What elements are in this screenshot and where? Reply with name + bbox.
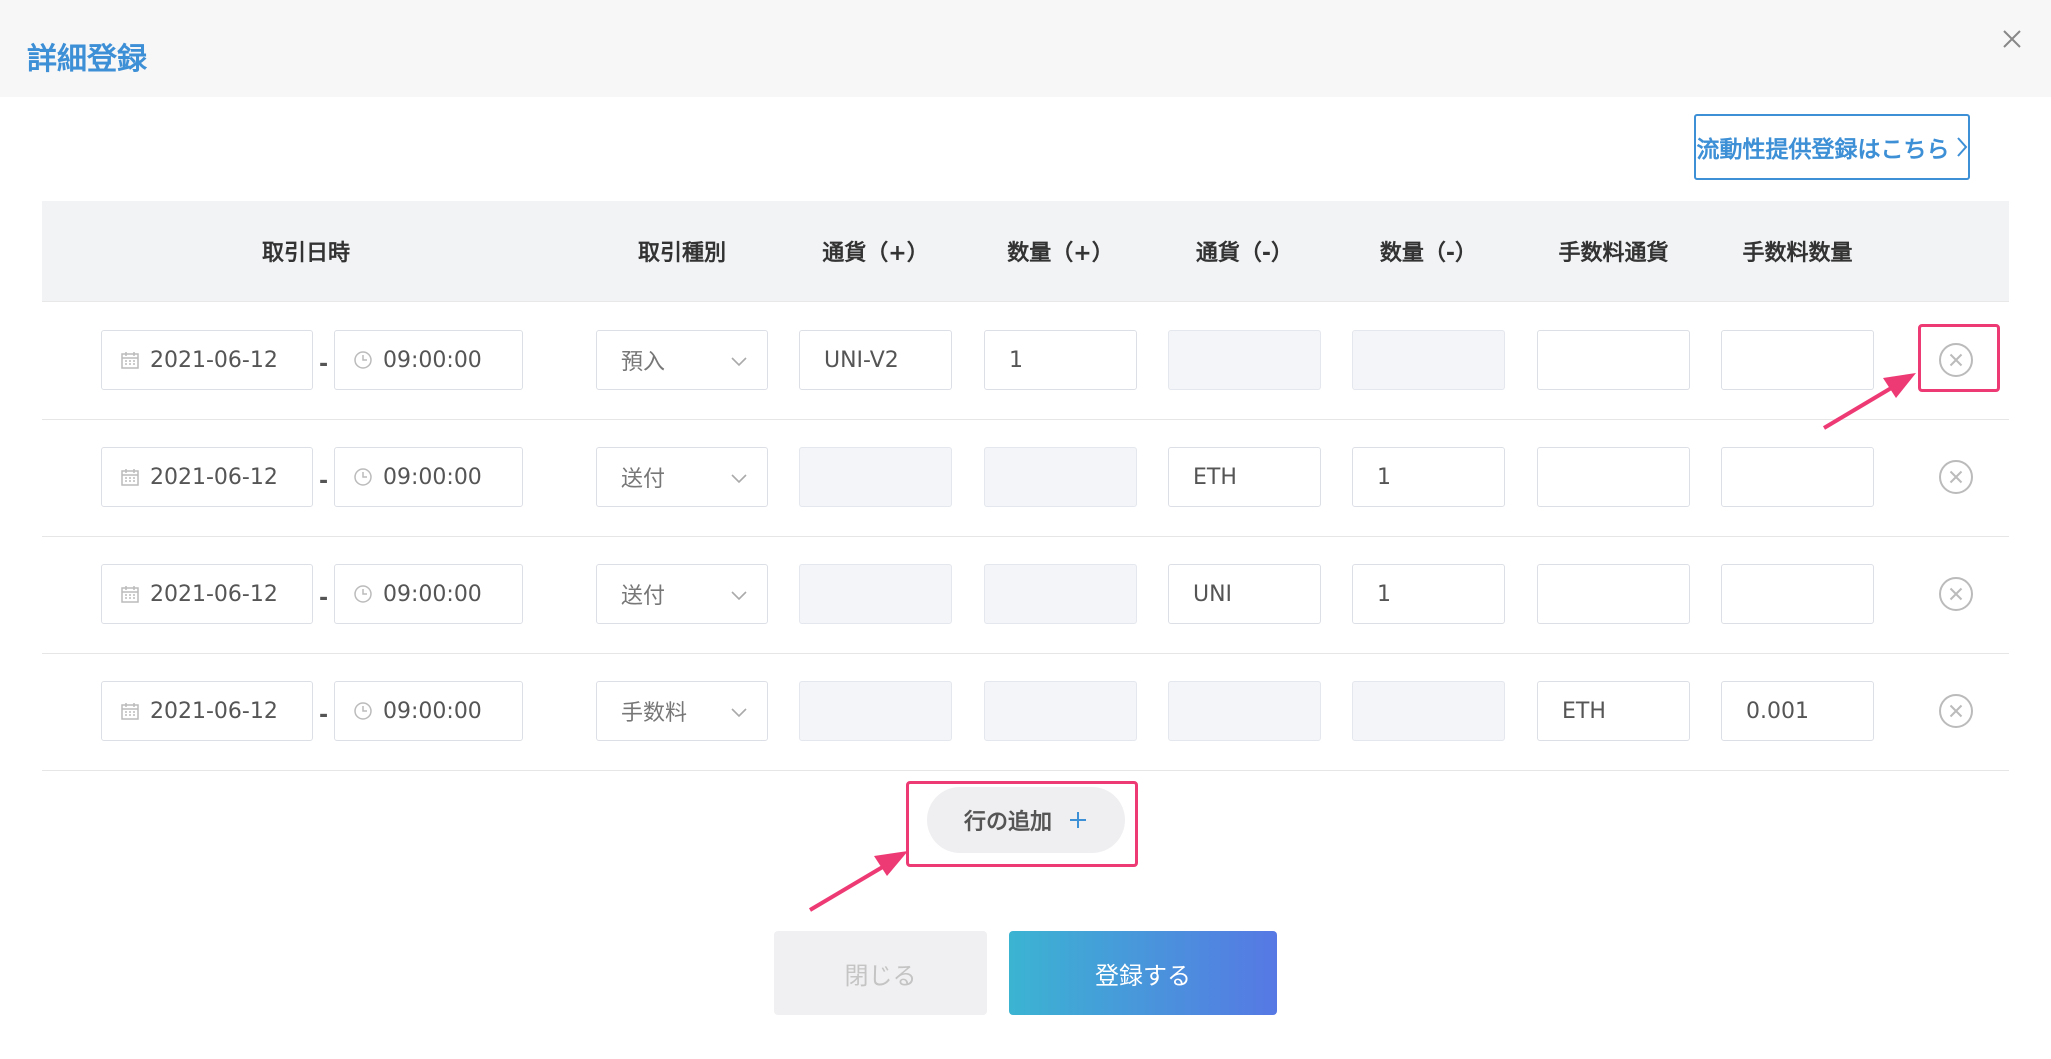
type-select[interactable]: 預入 — [596, 330, 768, 390]
time-picker[interactable]: 09:00:00 — [334, 681, 523, 741]
type-value: 預入 — [621, 350, 666, 375]
highlight-box-add-row — [906, 781, 1138, 867]
time-value: 09:00:00 — [383, 581, 482, 607]
currency-minus-input — [1168, 681, 1321, 741]
currency-minus-input — [1168, 330, 1321, 390]
date-value: 2021-06-12 — [150, 581, 278, 607]
header-currency-plus: 通貨（+） — [822, 241, 929, 266]
date-time-separator: - — [319, 586, 329, 611]
calendar-icon — [120, 466, 142, 488]
fee-amount-input[interactable] — [1721, 564, 1874, 624]
amount-plus-input — [984, 681, 1137, 741]
chevron-down-icon — [731, 357, 747, 367]
currency-plus-input — [799, 564, 952, 624]
header-amount-plus: 数量（+） — [1007, 241, 1114, 266]
currency-plus-input — [799, 681, 952, 741]
date-picker[interactable]: 2021-06-12 — [101, 564, 313, 624]
date-time-separator: - — [319, 352, 329, 377]
currency-minus-value: ETH — [1193, 464, 1237, 490]
close-icon[interactable] — [1997, 24, 2027, 54]
currency-minus-input[interactable]: UNI — [1168, 564, 1321, 624]
time-value: 09:00:00 — [383, 464, 482, 490]
submit-button[interactable]: 登録する — [1009, 931, 1277, 1015]
highlight-box-delete — [1918, 324, 2000, 392]
time-value: 09:00:00 — [383, 698, 482, 724]
date-value: 2021-06-12 — [150, 347, 278, 373]
chevron-right-icon — [1956, 137, 1967, 157]
currency-minus-input[interactable]: ETH — [1168, 447, 1321, 507]
liquidity-link-label: 流動性提供登録はこちら — [1696, 137, 1950, 163]
calendar-icon — [120, 349, 142, 371]
table-row: 2021-06-12 - 09:00:00 送付 UNI 1 — [42, 536, 2009, 654]
time-value: 09:00:00 — [383, 347, 482, 373]
type-value: 手数料 — [621, 701, 688, 726]
fee-currency-input[interactable]: ETH — [1537, 681, 1690, 741]
clock-icon — [353, 583, 375, 605]
currency-plus-input[interactable]: UNI-V2 — [799, 330, 952, 390]
time-picker[interactable]: 09:00:00 — [334, 447, 523, 507]
fee-currency-value: ETH — [1562, 698, 1606, 724]
amount-minus-input[interactable]: 1 — [1352, 564, 1505, 624]
calendar-icon — [120, 700, 142, 722]
clock-icon — [353, 700, 375, 722]
header-currency-minus: 通貨（-） — [1195, 241, 1294, 266]
time-picker[interactable]: 09:00:00 — [334, 564, 523, 624]
close-button[interactable]: 閉じる — [774, 931, 987, 1015]
chevron-down-icon — [731, 708, 747, 718]
header-type: 取引種別 — [637, 241, 726, 266]
header-fee-amount: 手数料数量 — [1742, 241, 1853, 266]
amount-minus-value: 1 — [1377, 464, 1391, 490]
type-select[interactable]: 送付 — [596, 447, 768, 507]
fee-currency-input[interactable] — [1537, 330, 1690, 390]
table-row: 2021-06-12 - 09:00:00 預入 UNI-V2 1 — [42, 302, 2009, 420]
fee-amount-input[interactable] — [1721, 447, 1874, 507]
chevron-down-icon — [731, 591, 747, 601]
fee-amount-input[interactable] — [1721, 330, 1874, 390]
fee-currency-input[interactable] — [1537, 564, 1690, 624]
type-select[interactable]: 手数料 — [596, 681, 768, 741]
fee-amount-input[interactable]: 0.001 — [1721, 681, 1874, 741]
dialog-title: 詳細登録 — [27, 42, 147, 77]
date-picker[interactable]: 2021-06-12 — [101, 330, 313, 390]
amount-plus-input[interactable]: 1 — [984, 330, 1137, 390]
type-value: 送付 — [621, 584, 666, 609]
type-value: 送付 — [621, 467, 666, 492]
amount-minus-input — [1352, 330, 1505, 390]
amount-minus-input[interactable]: 1 — [1352, 447, 1505, 507]
table-row: 2021-06-12 - 09:00:00 手数料 ETH 0.001 — [42, 653, 2009, 771]
amount-minus-value: 1 — [1377, 581, 1391, 607]
currency-plus-input — [799, 447, 952, 507]
table-header: 取引日時 取引種別 通貨（+） 数量（+） 通貨（-） 数量（-） 手数料通貨 … — [42, 201, 2009, 302]
amount-minus-input — [1352, 681, 1505, 741]
delete-row-icon[interactable] — [1938, 693, 1974, 729]
fee-currency-input[interactable] — [1537, 447, 1690, 507]
date-picker[interactable]: 2021-06-12 — [101, 681, 313, 741]
chevron-down-icon — [731, 474, 747, 484]
header-amount-minus: 数量（-） — [1379, 241, 1478, 266]
delete-row-icon[interactable] — [1938, 576, 1974, 612]
clock-icon — [353, 466, 375, 488]
header-fee-currency: 手数料通貨 — [1558, 241, 1669, 266]
date-time-separator: - — [319, 703, 329, 728]
type-select[interactable]: 送付 — [596, 564, 768, 624]
dialog-header: 詳細登録 — [0, 0, 2051, 97]
amount-plus-input — [984, 447, 1137, 507]
liquidity-registration-link[interactable]: 流動性提供登録はこちら — [1694, 114, 1970, 180]
date-picker[interactable]: 2021-06-12 — [101, 447, 313, 507]
amount-plus-input — [984, 564, 1137, 624]
time-picker[interactable]: 09:00:00 — [334, 330, 523, 390]
table-row: 2021-06-12 - 09:00:00 送付 ETH 1 — [42, 419, 2009, 537]
delete-row-icon[interactable] — [1938, 459, 1974, 495]
fee-amount-value: 0.001 — [1746, 698, 1809, 724]
header-datetime: 取引日時 — [261, 241, 350, 266]
clock-icon — [353, 349, 375, 371]
amount-plus-value: 1 — [1009, 347, 1023, 373]
date-value: 2021-06-12 — [150, 464, 278, 490]
currency-minus-value: UNI — [1193, 581, 1233, 607]
date-time-separator: - — [319, 469, 329, 494]
date-value: 2021-06-12 — [150, 698, 278, 724]
calendar-icon — [120, 583, 142, 605]
currency-plus-value: UNI-V2 — [824, 347, 899, 373]
